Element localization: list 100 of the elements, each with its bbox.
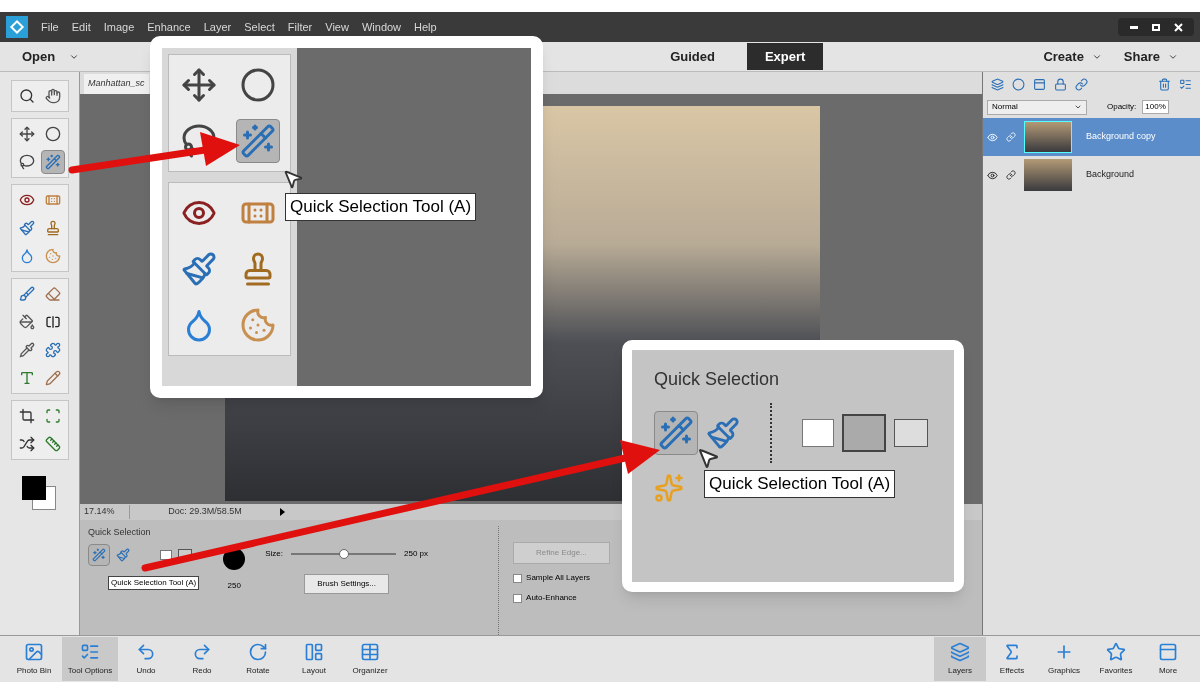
tooltip: Quick Selection Tool (A)	[108, 575, 200, 590]
panel-button[interactable]: Organizer	[342, 637, 398, 681]
recompose-icon	[44, 408, 61, 424]
menu-item[interactable]: Image	[103, 18, 135, 36]
move-icon	[181, 67, 217, 103]
checkbox-label: Sample All Layers	[526, 572, 591, 584]
paint-bucket-icon	[18, 314, 35, 330]
lock-icon[interactable]	[1054, 77, 1067, 91]
quick-selection-icon	[44, 154, 61, 170]
size-label: Size:	[265, 548, 284, 560]
menu-item[interactable]: Help	[414, 18, 437, 36]
undo-icon	[136, 641, 156, 662]
mode-tab[interactable]: Guided	[652, 42, 733, 71]
panel-button[interactable]: Photo Bin	[6, 637, 62, 681]
layer-row[interactable]: Background	[983, 156, 1200, 194]
hand-icon	[44, 88, 61, 104]
quick-selection-icon	[239, 123, 276, 159]
stamp-icon	[44, 220, 61, 236]
zoom-readout: 17.14%	[80, 505, 130, 519]
text-icon	[18, 370, 35, 386]
panel-button[interactable]: Tool Options	[62, 637, 118, 681]
brush-icon	[18, 220, 35, 236]
organizer-icon	[360, 641, 380, 662]
move-icon	[18, 126, 35, 142]
panel-button[interactable]: Layout	[286, 637, 342, 681]
layer-thumbnail	[1024, 121, 1072, 153]
size-slider[interactable]	[291, 549, 397, 559]
zoom-icon	[18, 88, 35, 104]
brush-icon	[18, 286, 35, 302]
bandage-icon	[44, 192, 61, 208]
checkbox[interactable]	[513, 593, 523, 603]
tool-options-title: Quick Selection	[654, 368, 781, 391]
brush-size-label: 250	[227, 580, 241, 592]
eyedropper-icon	[18, 342, 35, 358]
brush-settings-button[interactable]: Brush Settings...	[304, 574, 389, 594]
panel-menu-icon[interactable]	[1179, 77, 1192, 91]
mode-icon[interactable]	[842, 414, 886, 452]
mode-icon[interactable]	[802, 419, 834, 447]
open-button[interactable]: Open	[22, 46, 80, 67]
adjustment-icon[interactable]	[1012, 77, 1025, 91]
layer-name: Background copy	[1086, 130, 1156, 144]
size-value: 250 px	[404, 548, 429, 560]
crop-icon	[18, 408, 35, 424]
shape-icon	[44, 342, 61, 358]
menu-item[interactable]: Filter	[287, 18, 313, 36]
mask-icon[interactable]	[1033, 77, 1046, 91]
mode-icon[interactable]	[160, 549, 172, 560]
content-move-icon	[18, 436, 35, 452]
tool-options-title: Quick Selection	[88, 526, 152, 539]
layer-thumbnail	[1024, 159, 1072, 191]
panel-button[interactable]: Graphics	[1038, 637, 1090, 681]
layers-icon	[950, 641, 970, 662]
cursor-icon	[696, 446, 720, 470]
visibility-icon[interactable]	[987, 169, 998, 181]
document-tab[interactable]: Manhattan_sc	[84, 74, 149, 94]
eraser-icon	[44, 286, 61, 302]
panel-button[interactable]: Undo	[118, 637, 174, 681]
action-menu-button[interactable]: Create	[1043, 46, 1102, 67]
slider-thumb[interactable]	[338, 549, 349, 559]
app-logo-icon	[6, 16, 28, 38]
ellipse-marquee-icon	[44, 126, 61, 142]
opacity-label: Opacity:	[1107, 101, 1137, 113]
menu-item[interactable]: File	[41, 18, 59, 36]
mode-icon[interactable]	[894, 419, 928, 447]
caret-icon	[1074, 103, 1082, 111]
panel-button[interactable]: Rotate	[230, 637, 286, 681]
menu-item[interactable]: Select	[244, 18, 275, 36]
link-icon[interactable]	[1006, 132, 1016, 142]
blend-mode-dropdown[interactable]: Normal	[987, 99, 1087, 115]
menu-item[interactable]: View	[325, 18, 349, 36]
opacity-field[interactable]: 100%	[1142, 100, 1169, 114]
eye-icon	[18, 192, 35, 208]
cursor-icon	[282, 168, 304, 190]
menu-item[interactable]: Layer	[203, 18, 232, 36]
mode-tab[interactable]: Expert	[746, 42, 824, 71]
action-menu-button[interactable]: Share	[1123, 46, 1178, 67]
menu-item[interactable]: Window	[361, 18, 402, 36]
checkbox-label: Auto-Enhance	[526, 592, 577, 604]
panel-button[interactable]: More	[1142, 637, 1194, 681]
sponge-icon	[239, 307, 276, 343]
new-layer-icon[interactable]	[991, 77, 1004, 91]
layer-name: Background	[1086, 168, 1135, 182]
panel-button[interactable]: Effects	[986, 637, 1038, 681]
panel-button[interactable]: Redo	[174, 637, 230, 681]
brush-icon[interactable]	[706, 416, 740, 450]
ellipse-marquee-icon	[239, 67, 276, 103]
link-icon[interactable]	[1006, 170, 1016, 180]
checkbox[interactable]	[513, 573, 523, 583]
pencil-icon	[44, 370, 61, 386]
trash-icon[interactable]	[1158, 77, 1171, 91]
menu-item[interactable]: Edit	[71, 18, 91, 36]
document-size: Doc: 29.3M/58.5M	[167, 505, 243, 519]
panel-button[interactable]: Layers	[934, 637, 986, 681]
quick-selection-icon	[658, 415, 694, 451]
link-icon[interactable]	[1075, 77, 1088, 91]
panel-button[interactable]: Favorites	[1090, 637, 1142, 681]
menu-item[interactable]: Enhance	[147, 18, 191, 36]
more-icon	[1158, 641, 1178, 662]
layout-icon	[304, 641, 324, 662]
brush-icon[interactable]	[116, 547, 130, 562]
